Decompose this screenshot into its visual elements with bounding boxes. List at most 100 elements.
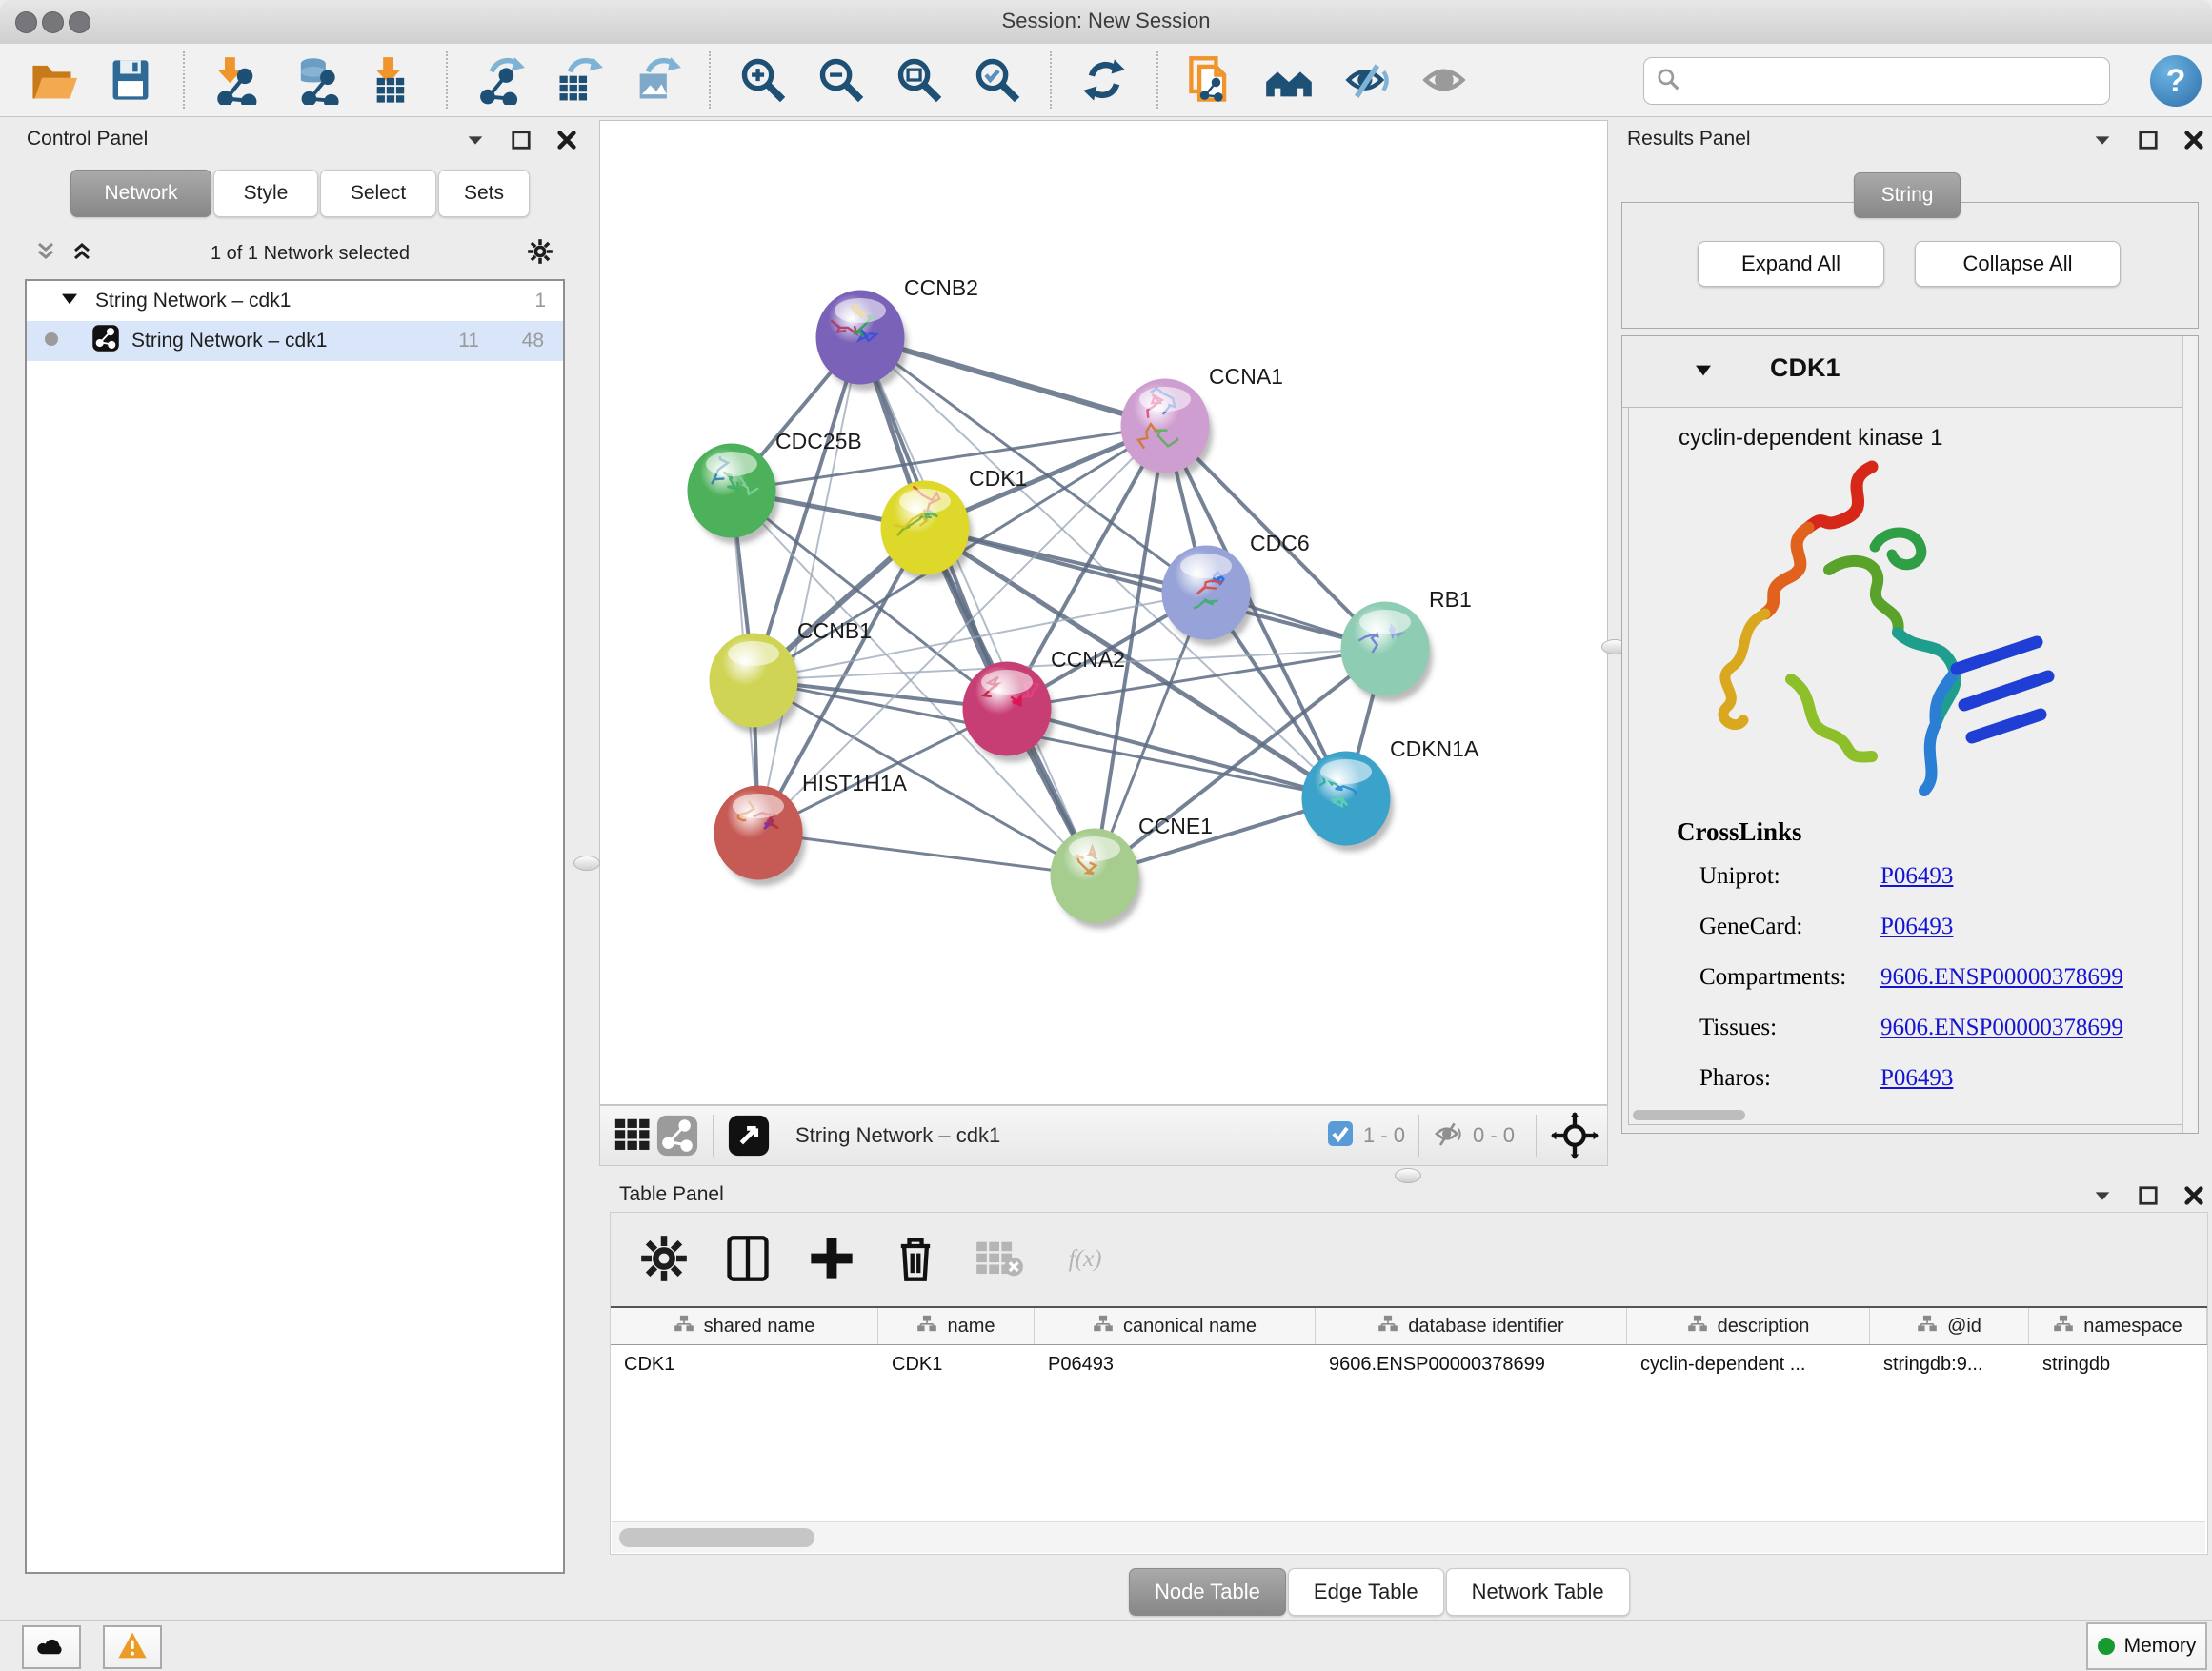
import-table-file-icon[interactable] xyxy=(367,53,420,107)
edge-HIST1H1A-CCNE1[interactable] xyxy=(758,833,1095,876)
tab-select[interactable]: Select xyxy=(320,170,436,217)
svg-text:f(x): f(x) xyxy=(1069,1246,1102,1272)
pan-crosshair-icon[interactable] xyxy=(1550,1109,1599,1162)
close-icon[interactable] xyxy=(2183,1185,2204,1211)
table-cell[interactable]: CDK1 xyxy=(611,1345,878,1383)
crosslink-link[interactable]: 9606.ENSP00000378699 xyxy=(1880,1015,2123,1041)
memory-button[interactable]: Memory xyxy=(2086,1622,2207,1670)
edge-CCNB2-HIST1H1A[interactable] xyxy=(758,337,860,833)
delete-column-icon[interactable] xyxy=(891,1234,940,1283)
birdseye-icon[interactable] xyxy=(727,1109,771,1162)
network-options-gear-icon[interactable] xyxy=(527,238,553,270)
zoom-in-icon[interactable] xyxy=(736,53,790,107)
export-image-icon[interactable] xyxy=(630,53,683,107)
table-cell[interactable]: P06493 xyxy=(1035,1345,1316,1383)
collapse-all-button[interactable]: Collapse All xyxy=(1915,241,2121,287)
network-collection-row[interactable]: String Network – cdk1 1 xyxy=(27,281,563,321)
collection-expand-icon[interactable] xyxy=(61,290,78,312)
search-input[interactable] xyxy=(1680,70,2109,93)
export-network-icon[interactable] xyxy=(473,53,527,107)
tab-style[interactable]: Style xyxy=(213,170,318,217)
tab-network[interactable]: Network xyxy=(70,170,211,217)
table-settings-gear-icon[interactable] xyxy=(639,1234,689,1283)
menu-arrow-icon[interactable] xyxy=(2092,130,2113,155)
crosslink-link[interactable]: P06493 xyxy=(1880,863,1953,890)
crosslink-link[interactable]: 9606.ENSP00000378699 xyxy=(1880,964,2123,991)
show-all-icon[interactable] xyxy=(1418,53,1472,107)
tab-node-table[interactable]: Node Table xyxy=(1129,1568,1286,1616)
menu-arrow-icon[interactable] xyxy=(2092,1185,2113,1211)
gene-expand-icon[interactable] xyxy=(1695,363,1712,383)
tab-network-table[interactable]: Network Table xyxy=(1446,1568,1630,1616)
zoom-selected-icon[interactable] xyxy=(971,53,1024,107)
selected-checkbox-icon[interactable] xyxy=(1327,1120,1354,1152)
tab-sets[interactable]: Sets xyxy=(438,170,530,217)
column-header-database-identifier[interactable]: database identifier xyxy=(1316,1308,1627,1344)
table-hscroll-thumb[interactable] xyxy=(619,1528,814,1547)
table-cell[interactable]: 9606.ENSP00000378699 xyxy=(1316,1345,1627,1383)
column-header-description[interactable]: description xyxy=(1627,1308,1870,1344)
grid-mode-icon[interactable] xyxy=(612,1109,655,1162)
left-splitter-handle[interactable] xyxy=(573,856,600,871)
warnings-button[interactable] xyxy=(103,1625,162,1669)
first-neighbors-icon[interactable] xyxy=(1262,53,1316,107)
search-box[interactable] xyxy=(1643,57,2110,105)
cloud-status-button[interactable] xyxy=(22,1625,81,1669)
share-view-icon[interactable] xyxy=(655,1109,699,1162)
crosslink-link[interactable]: P06493 xyxy=(1880,914,1953,940)
node-RB1[interactable]: RB1 xyxy=(1341,587,1472,702)
clone-network-icon[interactable] xyxy=(1184,53,1237,107)
table-row[interactable]: CDK1CDK1P064939606.ENSP00000378699cyclin… xyxy=(611,1345,2207,1383)
import-network-database-icon[interactable] xyxy=(289,53,342,107)
tab-string[interactable]: String xyxy=(1854,172,1961,218)
table-cell[interactable]: stringdb:9... xyxy=(1870,1345,2029,1383)
float-icon[interactable] xyxy=(2138,130,2159,155)
close-icon[interactable] xyxy=(2183,130,2204,155)
expand-all-button[interactable]: Expand All xyxy=(1698,241,1884,287)
menu-arrow-icon[interactable] xyxy=(465,130,486,155)
expand-all-icon[interactable] xyxy=(70,240,93,268)
results-hscroll-thumb[interactable] xyxy=(1633,1110,1745,1120)
column-header-namespace[interactable]: namespace xyxy=(2029,1308,2207,1344)
close-icon[interactable] xyxy=(556,130,577,155)
table-cell[interactable]: stringdb xyxy=(2029,1345,2207,1383)
node-CCNA1[interactable]: CCNA1 xyxy=(1121,364,1283,479)
zoom-out-icon[interactable] xyxy=(814,53,868,107)
collection-label: String Network – cdk1 xyxy=(95,290,291,312)
node-CDKN1A[interactable]: CDKN1A xyxy=(1302,736,1479,852)
gene-section: CDK1 cyclin-dependent kinase 1 CrossLink… xyxy=(1621,335,2199,1134)
edge-CDK1-RB1[interactable] xyxy=(925,528,1385,649)
hide-selected-icon[interactable] xyxy=(1340,53,1394,107)
add-column-icon[interactable] xyxy=(807,1234,856,1283)
refresh-network-icon[interactable] xyxy=(1077,53,1131,107)
column-header--id[interactable]: @id xyxy=(1870,1308,2029,1344)
node-CCNB2[interactable]: CCNB2 xyxy=(816,275,978,391)
zoom-fit-icon[interactable] xyxy=(893,53,946,107)
bottom-splitter-handle[interactable] xyxy=(1395,1168,1421,1183)
node-CDC6[interactable]: CDC6 xyxy=(1162,531,1310,646)
network-canvas[interactable]: CCNB2 CCNA1 CDC25B CDK1 CDC6 RB1 CCNB1 C… xyxy=(599,120,1608,1105)
split-columns-icon[interactable] xyxy=(723,1234,773,1283)
table-cell[interactable]: CDK1 xyxy=(878,1345,1035,1383)
import-network-file-icon[interactable] xyxy=(211,53,264,107)
node-HIST1H1A[interactable]: HIST1H1A xyxy=(714,771,908,886)
export-table-icon[interactable] xyxy=(552,53,605,107)
hidden-eye-icon[interactable] xyxy=(1433,1118,1463,1154)
network-node-count: 11 xyxy=(458,330,479,352)
gene-section-header[interactable]: CDK1 xyxy=(1622,336,2198,408)
open-session-icon[interactable] xyxy=(26,53,79,107)
column-header-shared-name[interactable]: shared name xyxy=(611,1308,878,1344)
tab-edge-table[interactable]: Edge Table xyxy=(1288,1568,1444,1616)
results-vscrollbar[interactable] xyxy=(2182,336,2198,1133)
save-session-icon[interactable] xyxy=(104,53,157,107)
float-icon[interactable] xyxy=(2138,1185,2159,1211)
table-hscrollbar[interactable] xyxy=(612,1521,2205,1553)
column-header-name[interactable]: name xyxy=(878,1308,1035,1344)
column-header-canonical-name[interactable]: canonical name xyxy=(1035,1308,1316,1344)
help-button[interactable]: ? xyxy=(2150,55,2202,107)
network-row[interactable]: String Network – cdk1 11 48 xyxy=(27,321,563,361)
float-icon[interactable] xyxy=(511,130,532,155)
table-cell[interactable]: cyclin-dependent ... xyxy=(1627,1345,1870,1383)
crosslink-link[interactable]: P06493 xyxy=(1880,1065,1953,1092)
collapse-all-icon[interactable] xyxy=(34,240,57,268)
